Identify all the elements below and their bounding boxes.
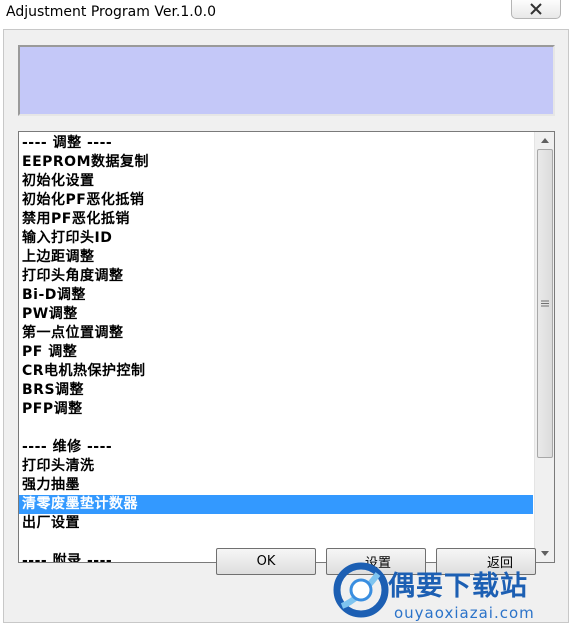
watermark-url: ouyaoxiazai.com	[394, 604, 535, 622]
list-item[interactable]: PW调整	[19, 305, 533, 324]
list-item[interactable]: 第一点位置调整	[19, 324, 533, 343]
watermark: 偶要下载站 ouyaoxiazai.com	[328, 560, 568, 626]
adjustment-program-window: Adjustment Program Ver.1.0.0 ---- 调整 ---…	[0, 0, 572, 626]
window-title: Adjustment Program Ver.1.0.0	[6, 4, 216, 20]
list-item[interactable]: 初始化PF恶化抵销	[19, 191, 533, 210]
message-display	[18, 45, 555, 116]
arrow-up-icon	[541, 138, 549, 143]
grip-icon	[541, 300, 549, 307]
list-item[interactable]: CR电机热保护控制	[19, 362, 533, 381]
list-item[interactable]: EEPROM数据复制	[19, 153, 533, 172]
list-items: ---- 调整 ---- EEPROM数据复制 初始化设置 初始化PF恶化抵销 禁用PF…	[19, 134, 533, 562]
list-item[interactable]: 打印头清洗	[19, 457, 533, 476]
watermark-title: 偶要下载站	[388, 571, 528, 602]
list-item[interactable]: 强力抽墨	[19, 476, 533, 495]
scroll-thumb[interactable]	[537, 149, 553, 458]
list-item[interactable]: 禁用PF恶化抵销	[19, 210, 533, 229]
list-item[interactable]: 打印头角度调整	[19, 267, 533, 286]
vertical-scrollbar[interactable]	[534, 132, 554, 562]
ok-button[interactable]: OK	[216, 548, 316, 575]
list-item[interactable]: ---- 维修 ----	[19, 438, 533, 457]
list-item[interactable]: 输入打印头ID	[19, 229, 533, 248]
close-button[interactable]	[511, 0, 561, 19]
list-item[interactable]: BRS调整	[19, 381, 533, 400]
list-item[interactable]: 初始化设置	[19, 172, 533, 191]
function-listbox[interactable]: ---- 调整 ---- EEPROM数据复制 初始化设置 初始化PF恶化抵销 禁用PF…	[18, 131, 555, 563]
list-item[interactable]	[19, 419, 533, 438]
scroll-up-button[interactable]	[535, 132, 554, 149]
list-item[interactable]: ---- 调整 ----	[19, 134, 533, 153]
close-icon	[530, 3, 542, 15]
list-item[interactable]: Bi-D调整	[19, 286, 533, 305]
dialog-client-area: ---- 调整 ---- EEPROM数据复制 初始化设置 初始化PF恶化抵销 禁用PF…	[3, 29, 569, 623]
arrow-down-icon	[541, 551, 549, 556]
site-logo-icon	[333, 562, 389, 618]
list-item[interactable]: PF 调整	[19, 343, 533, 362]
title-bar[interactable]: Adjustment Program Ver.1.0.0	[0, 0, 572, 28]
list-item[interactable]: PFP调整	[19, 400, 533, 419]
list-item[interactable]: 上边距调整	[19, 248, 533, 267]
list-item[interactable]: 出厂设置	[19, 514, 533, 533]
list-item-selected[interactable]: 清零废墨垫计数器	[19, 495, 533, 514]
